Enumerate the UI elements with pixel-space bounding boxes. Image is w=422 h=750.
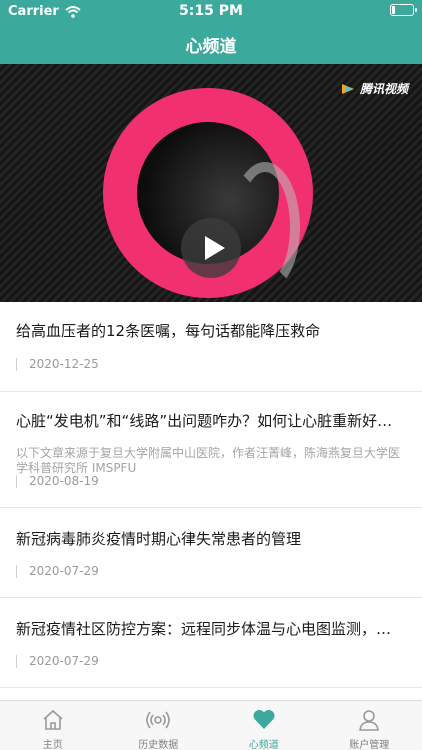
home-icon — [43, 709, 63, 730]
list-item[interactable]: 新冠疫情社区防控方案：远程同步体温与心电图监测，及时发现 2020-07-29 — [0, 598, 422, 688]
tab-home-label: 主页 — [42, 740, 63, 750]
header: Carrier 5:15 PM 心频道 — [0, 0, 422, 64]
tab-heart-channel[interactable]: 心频道 — [211, 701, 317, 750]
article-date: 2020-12-25 — [16, 357, 99, 371]
user-icon — [359, 710, 380, 731]
list-item[interactable]: 给高血压者的12条医嘱，每句话都能降压救命 2020-12-25 — [0, 302, 422, 392]
video-player[interactable]: 腾讯视频 — [0, 64, 422, 302]
video-brand-label: 腾讯视频 — [359, 82, 408, 96]
tab-account-label: 账户管理 — [349, 740, 390, 750]
video-brand: 腾讯视频 — [340, 80, 408, 97]
tab-heart-channel-label: 心频道 — [248, 740, 279, 750]
status-time: 5:15 PM — [179, 3, 243, 19]
app-screen: Carrier 5:15 PM 心频道 腾讯视频 给高血压者的12条医嘱，每句话… — [0, 0, 422, 750]
tab-account[interactable]: 账户管理 — [317, 701, 422, 750]
battery-level — [392, 6, 395, 14]
video-thumbnail-shape — [230, 162, 300, 292]
article-title: 给高血压者的12条医嘱，每句话都能降压救命 — [16, 322, 321, 340]
tab-history-label: 历史数据 — [138, 740, 179, 750]
status-bar: Carrier 5:15 PM — [0, 0, 422, 22]
tencent-video-logo-icon — [341, 83, 354, 94]
battery-icon — [390, 4, 417, 16]
tab-home[interactable]: 主页 — [0, 701, 106, 750]
list-item[interactable]: 新冠病毒肺炎疫情时期心律失常患者的管理 2020-07-29 — [0, 508, 422, 598]
article-title: 新冠疫情社区防控方案：远程同步体温与心电图监测，及时发现 — [16, 620, 400, 638]
article-title: 心脏“发电机”和“线路”出问题咋办？如何让心脏重新好起来 — [16, 412, 400, 430]
tab-bar: 主页 历史数据 心频道 账户管理 — [0, 700, 422, 750]
article-date: 2020-07-29 — [16, 564, 99, 578]
list-item[interactable]: 心脏“发电机”和“线路”出问题咋办？如何让心脏重新好起来 以下文章来源于复旦大学… — [0, 392, 422, 508]
article-date: 2020-08-19 — [16, 474, 99, 488]
heart-icon — [253, 709, 275, 729]
article-description: 以下文章来源于复旦大学附属中山医院，作者汪菁峰，陈海燕复旦大学医学科普研究所 I… — [16, 446, 401, 475]
tab-history[interactable]: 历史数据 — [106, 701, 212, 750]
page-title: 心频道 — [185, 37, 237, 57]
signal-icon — [146, 711, 171, 729]
play-icon[interactable] — [181, 218, 241, 278]
article-title: 新冠病毒肺炎疫情时期心律失常患者的管理 — [16, 530, 302, 548]
article-date: 2020-07-29 — [16, 654, 99, 668]
